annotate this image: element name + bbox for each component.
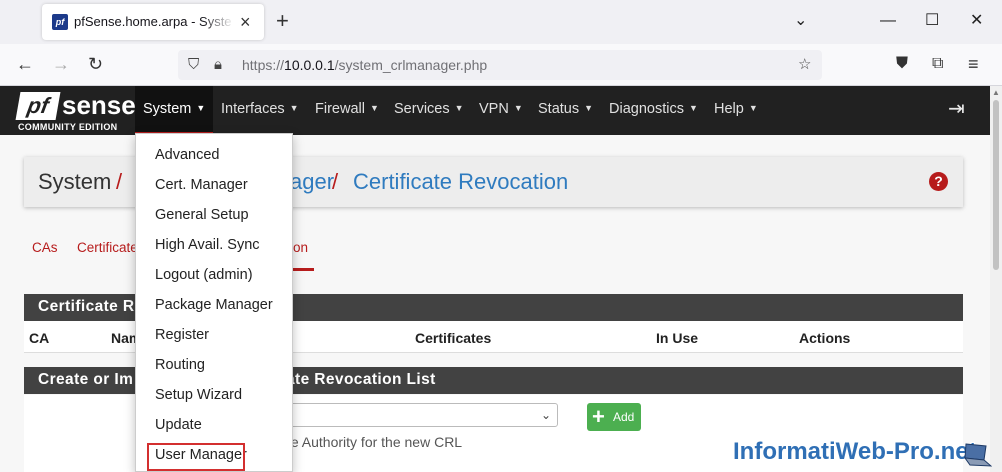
caret-down-icon: ▼: [196, 103, 206, 113]
menu-help-label: Help: [714, 101, 744, 117]
menu-services-label: Services: [394, 101, 450, 117]
new-tab-icon[interactable]: +: [276, 10, 289, 32]
dropdown-item-update[interactable]: Update: [136, 412, 292, 440]
menu-status-label: Status: [538, 101, 580, 117]
scroll-up-arrow-icon[interactable]: ▲: [990, 86, 1002, 100]
caret-down-icon: ▼: [584, 103, 594, 113]
menu-diagnostics[interactable]: Diagnostics ▼: [609, 86, 698, 135]
logo-pf[interactable]: pf: [15, 92, 61, 120]
caret-down-icon: ▼: [454, 103, 464, 113]
forward-arrow-icon[interactable]: →: [52, 54, 70, 74]
tab-certificates[interactable]: Certificate: [77, 240, 138, 255]
column-header-certificates: Certificates: [415, 330, 492, 346]
menu-help[interactable]: Help ▼: [714, 86, 758, 135]
column-header-ca: CA: [29, 330, 50, 346]
column-header-actions: Actions: [799, 330, 851, 346]
scroll-thumb[interactable]: [993, 100, 999, 270]
chevron-down-icon: ⌄: [540, 408, 551, 422]
menu-status[interactable]: Status ▼: [538, 86, 593, 135]
laptop-logo-icon: [963, 443, 992, 467]
breadcrumb-cert-manager[interactable]: ager: [290, 169, 334, 195]
reload-icon[interactable]: ↻: [88, 54, 103, 74]
dropdown-item-high-avail-sync[interactable]: High Avail. Sync: [136, 232, 292, 260]
tab-cas[interactable]: CAs: [32, 240, 58, 255]
plus-icon: +: [592, 404, 605, 429]
dropdown-item-logout[interactable]: Logout (admin): [136, 262, 292, 290]
menu-firewall[interactable]: Firewall ▼: [315, 86, 379, 135]
menu-system-label: System: [143, 101, 192, 117]
menu-hamburger-icon[interactable]: ≡: [968, 54, 979, 74]
url-bar[interactable]: ⛉ 🔒︎ https://10.0.0.1/system_crlmanager.…: [178, 50, 822, 80]
caret-down-icon: ▼: [748, 103, 758, 113]
dropdown-item-general-setup[interactable]: General Setup: [136, 202, 292, 230]
add-button[interactable]: + Add: [587, 403, 641, 431]
menu-services[interactable]: Services ▼: [394, 86, 464, 135]
caret-down-icon: ▼: [688, 103, 698, 113]
menu-firewall-label: Firewall: [315, 101, 365, 117]
dropdown-item-advanced[interactable]: Advanced: [136, 142, 292, 170]
breadcrumb-certificate-revocation[interactable]: Certificate Revocation: [353, 169, 568, 195]
pfsense-favicon-icon: pf: [52, 14, 68, 30]
bookmark-star-icon[interactable]: ☆: [798, 56, 811, 74]
logo-edition: COMMUNITY EDITION: [18, 122, 118, 132]
menu-interfaces[interactable]: Interfaces ▼: [221, 86, 299, 135]
caret-down-icon: ▼: [369, 103, 379, 113]
ca-help-text: te Authority for the new CRL: [287, 434, 463, 450]
tab-title-fade: [202, 12, 234, 32]
browser-nav-bar: ← → ↻ ⛉ 🔒︎ https://10.0.0.1/system_crlma…: [0, 44, 1002, 86]
close-window-icon[interactable]: ✕: [970, 12, 983, 30]
pocket-icon[interactable]: ⛊: [896, 54, 908, 74]
help-question-icon[interactable]: ?: [929, 172, 948, 191]
watermark: InformatiWeb-Pro.net: [733, 438, 977, 465]
maximize-icon[interactable]: ☐: [925, 12, 939, 30]
extensions-icon[interactable]: ⧉: [932, 54, 943, 74]
dropdown-item-routing[interactable]: Routing: [136, 352, 292, 380]
dropdown-item-cert-manager[interactable]: Cert. Manager: [136, 172, 292, 200]
shield-icon[interactable]: ⛉: [188, 56, 199, 74]
browser-tab-bar: pf pfSense.home.arpa - System: Certifica…: [0, 0, 1002, 44]
breadcrumb-separator: /: [332, 169, 339, 194]
column-header-in-use: In Use: [656, 330, 699, 346]
menu-vpn[interactable]: VPN ▼: [479, 86, 523, 135]
url-text[interactable]: https://10.0.0.1/system_crlmanager.php: [242, 57, 487, 73]
minimize-icon[interactable]: —: [880, 12, 896, 30]
menu-system[interactable]: System ▼: [135, 86, 214, 135]
logout-icon[interactable]: ⇥: [948, 98, 965, 120]
add-button-label: Add: [613, 410, 635, 424]
caret-down-icon: ▼: [289, 103, 299, 113]
tab-list-chevron-icon[interactable]: ⌄: [794, 12, 807, 30]
tab-certificate-revocation[interactable]: on: [293, 240, 308, 255]
user-manager-highlight-box: [147, 443, 245, 471]
caret-down-icon: ▼: [513, 103, 523, 113]
menu-interfaces-label: Interfaces: [221, 101, 285, 117]
close-tab-icon[interactable]: ×: [240, 13, 251, 31]
menu-diagnostics-label: Diagnostics: [609, 101, 684, 117]
page-scrollbar[interactable]: ▲: [990, 86, 1002, 472]
breadcrumb-system: System: [38, 169, 112, 194]
logo-sense[interactable]: sense: [62, 89, 136, 121]
breadcrumb-separator: /: [116, 169, 123, 194]
pfsense-navbar: pf sense COMMUNITY EDITION System ▼ Inter…: [0, 86, 990, 135]
lock-warning-icon[interactable]: 🔒︎: [214, 56, 222, 74]
create-heading-part2: ate Revocation List: [286, 371, 436, 388]
system-dropdown-menu: Advanced Cert. Manager General Setup Hig…: [135, 133, 293, 472]
menu-vpn-label: VPN: [479, 101, 509, 117]
browser-tab[interactable]: pf pfSense.home.arpa - System: Certifica…: [42, 4, 264, 40]
create-heading-part1: Create or Im: [38, 371, 134, 388]
back-arrow-icon[interactable]: ←: [16, 54, 34, 74]
dropdown-item-register[interactable]: Register: [136, 322, 292, 350]
ca-select[interactable]: ⌄: [284, 403, 558, 427]
dropdown-item-setup-wizard[interactable]: Setup Wizard: [136, 382, 292, 410]
dropdown-item-package-manager[interactable]: Package Manager: [136, 292, 292, 320]
